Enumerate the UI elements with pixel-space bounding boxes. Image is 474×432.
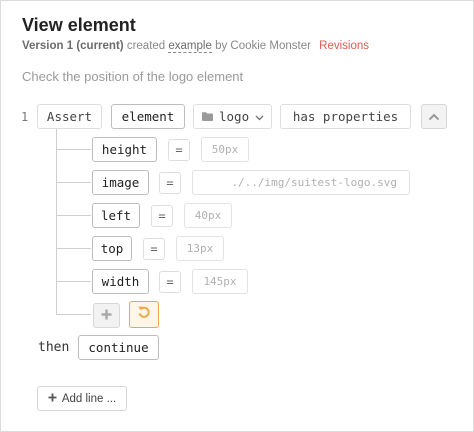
plus-icon — [48, 393, 57, 405]
collapse-button[interactable] — [421, 104, 447, 129]
example-link[interactable]: example — [168, 40, 212, 53]
author-label: by Cookie Monster — [215, 40, 311, 52]
test-description: Check the position of the logo element — [22, 69, 244, 84]
operator-select[interactable]: = — [159, 172, 181, 194]
tree-connector — [56, 129, 57, 315]
line-number: 1 — [21, 110, 29, 124]
property-name-select[interactable]: top — [92, 236, 132, 261]
property-value-input[interactable]: 13px — [176, 236, 224, 261]
add-line-label: Add line ... — [61, 392, 117, 405]
property-name-select[interactable]: height — [92, 137, 157, 162]
element-name: logo — [219, 109, 250, 124]
property-name-select[interactable]: width — [92, 269, 149, 294]
tree-branch — [56, 248, 91, 249]
property-value-input[interactable]: 145px — [192, 269, 248, 294]
operator-select[interactable]: = — [151, 205, 173, 227]
reset-button[interactable] — [129, 301, 159, 328]
property-name-select[interactable]: image — [92, 170, 149, 195]
tree-branch — [56, 149, 91, 150]
has-properties-keyword: has properties — [280, 104, 411, 129]
assert-keyword: Assert — [37, 104, 102, 129]
folder-icon — [202, 109, 213, 124]
element-select[interactable]: logo — [193, 104, 272, 129]
chevron-up-icon — [428, 108, 440, 126]
property-value-input[interactable]: 50px — [201, 137, 249, 162]
property-name-select[interactable]: left — [92, 203, 140, 228]
tree-branch — [56, 215, 91, 216]
add-property-button[interactable] — [93, 303, 120, 328]
subject-select[interactable]: element — [111, 104, 185, 129]
operator-select[interactable]: = — [159, 271, 181, 293]
then-keyword: then — [38, 340, 70, 355]
page-title: View element — [22, 15, 136, 35]
plus-icon — [101, 307, 112, 325]
version-info: Version 1 (current) created example by C… — [22, 40, 369, 53]
view-element-panel: View element Version 1 (current) created… — [0, 0, 474, 432]
tree-branch — [56, 314, 91, 315]
revisions-link[interactable]: Revisions — [319, 40, 369, 52]
property-value-input[interactable]: ./../img/suitest-logo.svg — [192, 170, 410, 195]
property-value-input[interactable]: 40px — [184, 203, 232, 228]
operator-select[interactable]: = — [143, 238, 165, 260]
tree-branch — [56, 182, 91, 183]
chevron-down-icon — [255, 109, 264, 124]
tree-branch — [56, 281, 91, 282]
created-label: created — [126, 40, 166, 52]
undo-icon — [137, 305, 151, 324]
then-action-select[interactable]: continue — [78, 335, 159, 360]
add-line-button[interactable]: Add line ... — [37, 386, 127, 411]
operator-select[interactable]: = — [168, 139, 190, 161]
version-label: Version 1 (current) — [22, 40, 124, 52]
